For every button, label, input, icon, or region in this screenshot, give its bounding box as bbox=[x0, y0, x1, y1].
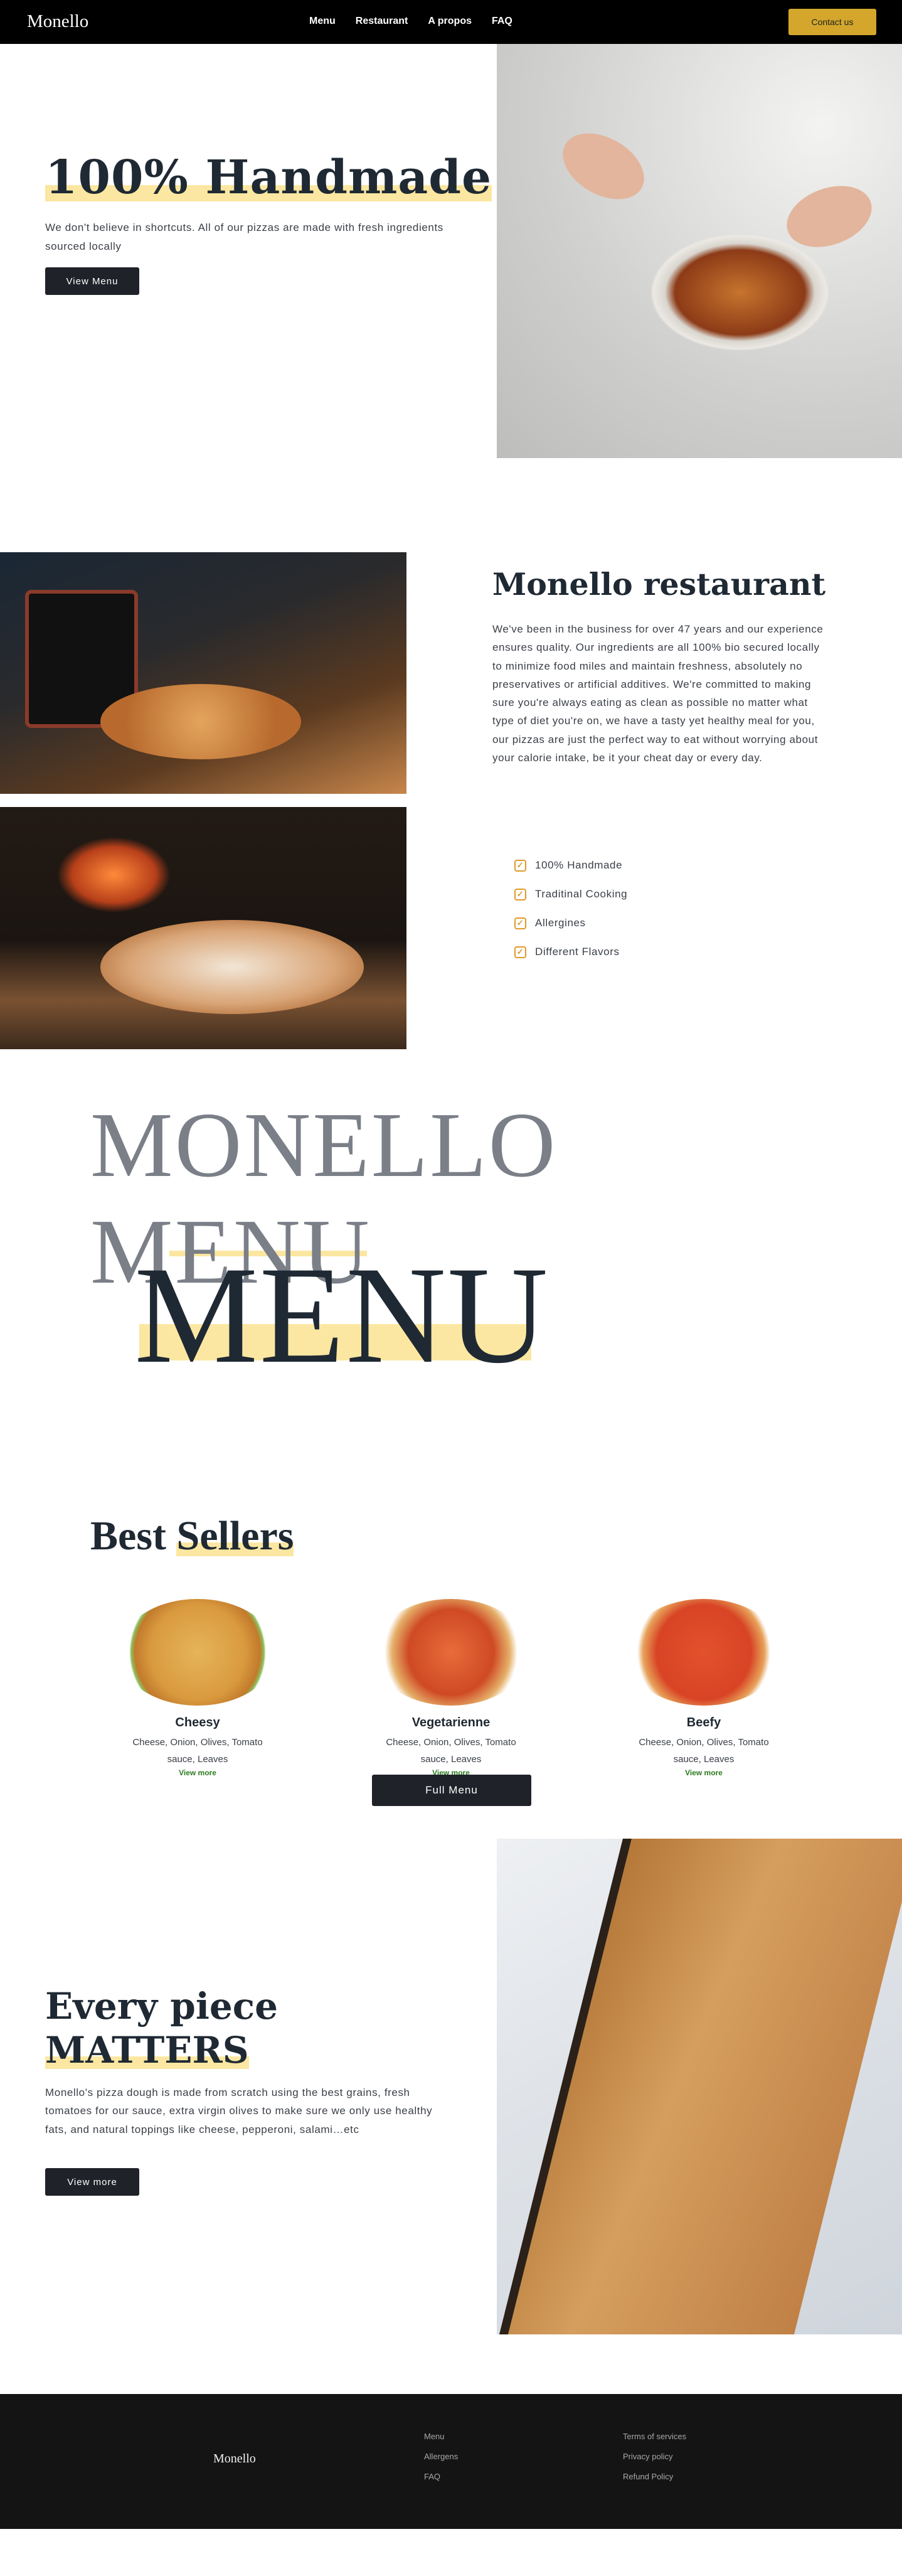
restaurant-pizza-image bbox=[0, 552, 406, 794]
footer-link-faq[interactable]: FAQ bbox=[424, 2472, 458, 2492]
footer-links-col1: Menu Allergens FAQ bbox=[424, 2432, 458, 2492]
feature-label: Different Flavors bbox=[535, 946, 620, 958]
product-card-cheesy[interactable]: Cheesy Cheese, Onion, Olives, Tomato sau… bbox=[107, 1599, 289, 1777]
menu-banner: MONELLO MENU MENU bbox=[0, 1086, 902, 1512]
best-sellers-word2: Sellers bbox=[176, 1513, 294, 1559]
top-navbar: Monello Menu Restaurant A propos FAQ Con… bbox=[0, 0, 902, 44]
footer-link-allergens[interactable]: Allergens bbox=[424, 2452, 458, 2472]
contact-us-button[interactable]: Contact us bbox=[788, 9, 876, 35]
product-card-beefy[interactable]: Beefy Cheese, Onion, Olives, Tomato sauc… bbox=[613, 1599, 795, 1777]
feature-label: Allergines bbox=[535, 917, 586, 929]
check-icon: ✓ bbox=[514, 946, 526, 958]
about-text: We've been in the business for over 47 y… bbox=[492, 623, 824, 764]
best-sellers-title: Best Sellers bbox=[90, 1512, 294, 1560]
hero-title: 100% Handmade bbox=[45, 151, 492, 205]
product-name: Cheesy bbox=[175, 1716, 220, 1729]
title-line1: Every piece bbox=[45, 1985, 278, 2028]
view-more-button[interactable]: View more bbox=[45, 2168, 139, 2196]
footer-link-terms[interactable]: Terms of services bbox=[623, 2432, 686, 2452]
pizza-shape bbox=[100, 684, 301, 759]
product-desc: Cheese, Onion, Olives, Tomato sauce, Lea… bbox=[132, 1737, 263, 1765]
every-piece-title: Every piece MATTERS bbox=[45, 1984, 278, 2072]
full-menu-button[interactable]: Full Menu bbox=[372, 1775, 531, 1806]
check-icon: ✓ bbox=[514, 917, 526, 929]
feature-label: 100% Handmade bbox=[535, 859, 623, 871]
about-title: Monello restaurant bbox=[492, 566, 826, 602]
hand-left bbox=[551, 120, 656, 213]
hero-text: We don't believe in shortcuts. All of ou… bbox=[45, 222, 443, 252]
view-more-link[interactable]: View more bbox=[613, 1768, 795, 1777]
product-name: Vegetarienne bbox=[411, 1716, 491, 1729]
check-icon: ✓ bbox=[514, 859, 526, 872]
every-piece-section: Every piece MATTERS Monello's pizza doug… bbox=[0, 1839, 902, 2394]
footer-link-privacy[interactable]: Privacy policy bbox=[623, 2452, 686, 2472]
nav-links: Menu Restaurant A propos FAQ bbox=[309, 16, 512, 27]
oven-pizza-image bbox=[0, 807, 406, 1049]
best-sellers-word1: Best bbox=[90, 1513, 166, 1559]
footer-logo[interactable]: Monello bbox=[213, 2452, 256, 2466]
nav-link-a-propos[interactable]: A propos bbox=[428, 16, 472, 27]
nav-link-menu[interactable]: Menu bbox=[309, 16, 336, 27]
feature-item: ✓ 100% Handmade bbox=[514, 851, 627, 880]
nav-link-faq[interactable]: FAQ bbox=[492, 16, 512, 27]
best-sellers-section: Best Sellers Cheesy Cheese, Onion, Olive… bbox=[0, 1512, 902, 1839]
feature-list: ✓ 100% Handmade ✓ Traditinal Cooking ✓ Alle… bbox=[514, 851, 627, 966]
hero-pizza-image bbox=[497, 44, 902, 458]
pizza-shape-2 bbox=[100, 920, 364, 1014]
footer-links-col2: Terms of services Privacy policy Refund … bbox=[623, 2432, 686, 2492]
pizza-image bbox=[373, 1599, 529, 1706]
pizza-image bbox=[119, 1599, 276, 1706]
footer-link-refund[interactable]: Refund Policy bbox=[623, 2472, 686, 2492]
hero-section: 100% Handmade We don't believe in shortc… bbox=[0, 44, 902, 458]
about-section: Monello restaurant We've been in the bus… bbox=[0, 458, 902, 1086]
product-desc: Cheese, Onion, Olives, Tomato sauce, Lea… bbox=[386, 1737, 516, 1765]
hero-title-text: 100% Handmade bbox=[45, 151, 492, 205]
check-icon: ✓ bbox=[514, 888, 526, 901]
pizza-image bbox=[625, 1599, 782, 1706]
view-menu-button[interactable]: View Menu bbox=[45, 267, 139, 295]
hand-right bbox=[778, 174, 881, 259]
title-line2: MATTERS bbox=[45, 2029, 249, 2071]
banner-menu-dark: MENU bbox=[134, 1238, 549, 1392]
footer: Monello Menu Allergens FAQ Terms of serv… bbox=[0, 2394, 902, 2529]
feature-label: Traditinal Cooking bbox=[535, 888, 628, 900]
nav-link-restaurant[interactable]: Restaurant bbox=[356, 16, 408, 27]
footer-link-menu[interactable]: Menu bbox=[424, 2432, 458, 2452]
pizza-board-image bbox=[497, 1839, 902, 2334]
product-name: Beefy bbox=[686, 1716, 721, 1729]
product-card-vegetarienne[interactable]: Vegetarienne Cheese, Onion, Olives, Toma… bbox=[360, 1599, 542, 1777]
product-desc: Cheese, Onion, Olives, Tomato sauce, Lea… bbox=[639, 1737, 769, 1765]
view-more-link[interactable]: View more bbox=[107, 1768, 289, 1777]
feature-item: ✓ Allergines bbox=[514, 909, 627, 938]
banner-monello: MONELLO bbox=[90, 1094, 558, 1197]
every-piece-text: Monello's pizza dough is made from scrat… bbox=[45, 2087, 433, 2135]
site-logo[interactable]: Monello bbox=[27, 11, 88, 32]
feature-item: ✓ Different Flavors bbox=[514, 938, 627, 966]
feature-item: ✓ Traditinal Cooking bbox=[514, 880, 627, 909]
wooden-board bbox=[497, 1839, 902, 2334]
